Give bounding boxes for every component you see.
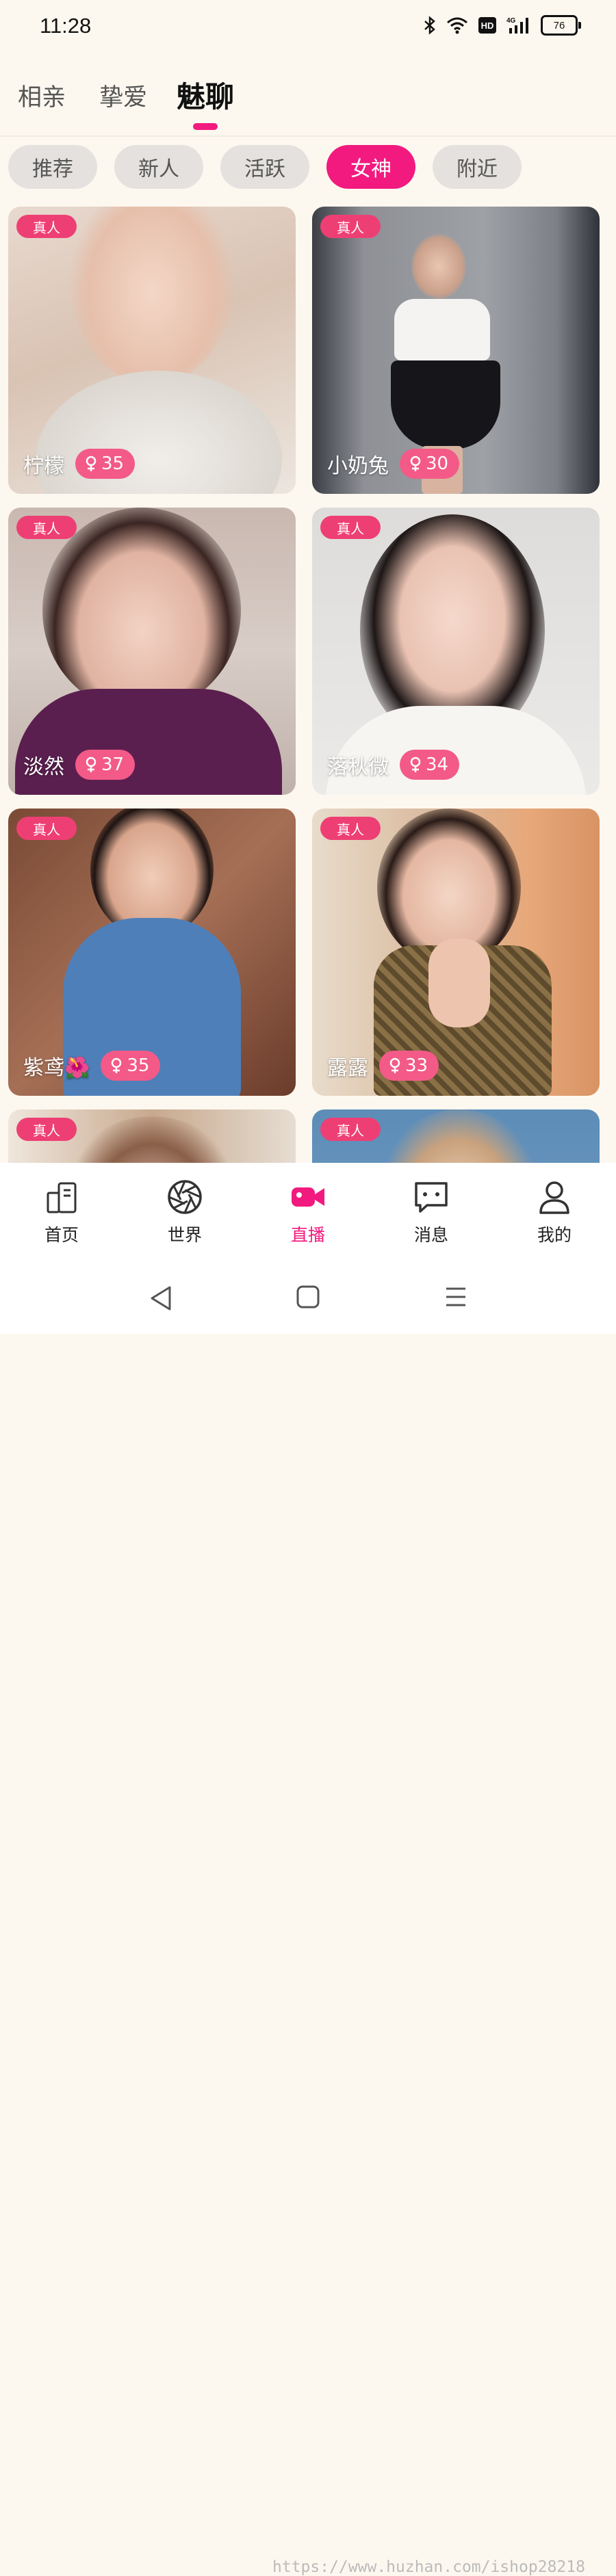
battery-icon: 76 [541,15,581,36]
age-value: 33 [405,1055,428,1076]
card-info: 柠檬 35 [23,449,136,479]
back-icon[interactable] [149,1285,172,1312]
age-pill: 35 [101,1051,161,1081]
age-value: 37 [101,754,125,775]
tab-live[interactable]: 直播 [267,1178,349,1246]
verified-badge: 真人 [16,817,77,840]
watermark: https://www.huzhan.com/ishop28218 [272,2558,585,2576]
svg-text:4G: 4G [506,17,516,25]
bottom-tab-bar: 首页 世界 直播 消息 我的 [0,1163,616,1265]
female-icon [86,456,97,471]
profile-card[interactable]: 真人 小奶兔 30 [312,207,600,494]
home-button-icon[interactable] [296,1285,320,1309]
profile-card[interactable]: 真人 紫鸢🌺 35 [8,809,296,1096]
profile-name: 紫鸢🌺 [23,1056,90,1080]
tab-messages[interactable]: 消息 [390,1178,472,1246]
profile-card[interactable]: 真人 落秋微 34 [312,508,600,795]
card-info: 淡然 37 [23,750,136,780]
tab-world[interactable]: 世界 [144,1178,226,1246]
chip-new[interactable]: 新人 [114,145,203,189]
profile-grid: 真人 柠檬 35 真人 小奶兔 30 真人 淡然 37 真人 落秋微 34 真人… [8,207,608,1163]
age-pill: 35 [75,449,136,479]
status-icons: HD 4G 76 [423,15,581,36]
chip-goddess[interactable]: 女神 [326,145,415,189]
age-value: 35 [101,454,125,474]
wifi-icon [447,17,467,34]
profile-name: 淡然 [23,755,64,779]
age-pill: 30 [400,449,460,479]
profile-card[interactable]: 真人 露露 33 [312,809,600,1096]
card-info: 落秋微 34 [327,750,460,780]
age-value: 30 [426,454,449,474]
hd-icon: HD [478,17,496,34]
profile-name: 露露 [327,1056,368,1080]
tab-meiliao[interactable]: 魅聊 [177,74,234,116]
tab-profile[interactable]: 我的 [513,1178,595,1246]
profile-name: 柠檬 [23,454,64,478]
profile-card[interactable]: 真人 淡然 37 [8,508,296,795]
profile-card[interactable]: 真人 柠檬 35 [8,207,296,494]
tab-label: 世界 [167,1225,202,1245]
card-info: 紫鸢🌺 35 [23,1051,161,1081]
system-nav-bar: https://www.huzhan.com/ishop28218 [0,1265,616,2576]
bluetooth-icon [424,16,435,35]
female-icon [389,1057,400,1073]
profile-card[interactable]: 真人 [312,1109,600,1163]
message-icon [415,1182,448,1213]
age-value: 34 [426,754,449,775]
verified-badge: 真人 [320,516,381,539]
age-pill: 34 [400,750,460,780]
chip-recommend[interactable]: 推荐 [8,145,97,189]
tab-label: 首页 [44,1225,79,1245]
female-icon [112,1057,122,1073]
age-value: 35 [127,1055,150,1076]
active-tab-indicator [193,123,218,130]
home-icon [47,1182,77,1213]
status-time: 11:28 [40,14,92,38]
profile-card[interactable]: 真人 [8,1109,296,1163]
top-tabs: 相亲 挚爱 魅聊 [0,68,616,130]
card-info: 小奶兔 30 [327,449,460,479]
filter-chips: 推荐 新人 活跃 女神 附近 [8,145,522,189]
tab-label: 直播 [290,1225,325,1245]
female-icon [410,757,421,772]
tab-zhiai[interactable]: 挚爱 [99,78,147,113]
profile-icon [539,1181,569,1214]
female-icon [410,456,421,471]
profile-photo [428,938,490,1027]
profile-name: 小奶兔 [327,454,389,478]
verified-badge: 真人 [16,516,77,539]
svg-text:HD: HD [481,21,494,31]
tab-label: 我的 [537,1225,572,1245]
profile-photo [42,508,241,713]
tab-label: 消息 [413,1225,448,1245]
status-bar: 11:28 HD 4G 76 [0,0,616,55]
battery-level: 76 [553,19,565,31]
profile-photo [394,299,490,360]
video-camera-icon [292,1187,324,1207]
profile-name: 落秋微 [327,755,389,779]
female-icon [86,757,97,772]
chip-nearby[interactable]: 附近 [433,145,522,189]
verified-badge: 真人 [16,1118,77,1141]
verified-badge: 真人 [320,215,381,238]
divider [0,135,616,137]
signal-icon: 4G [506,17,528,34]
recents-icon[interactable] [444,1285,468,1309]
profile-photo [411,234,466,299]
aperture-icon [168,1180,202,1214]
profile-photo [391,360,500,449]
verified-badge: 真人 [320,817,381,840]
tab-xiangqin[interactable]: 相亲 [18,78,66,113]
tab-home[interactable]: 首页 [21,1178,103,1246]
verified-badge: 真人 [320,1118,381,1141]
age-pill: 33 [379,1051,439,1081]
verified-badge: 真人 [16,215,77,238]
age-pill: 37 [75,750,136,780]
chip-active[interactable]: 活跃 [220,145,309,189]
card-info: 露露 33 [327,1051,439,1081]
